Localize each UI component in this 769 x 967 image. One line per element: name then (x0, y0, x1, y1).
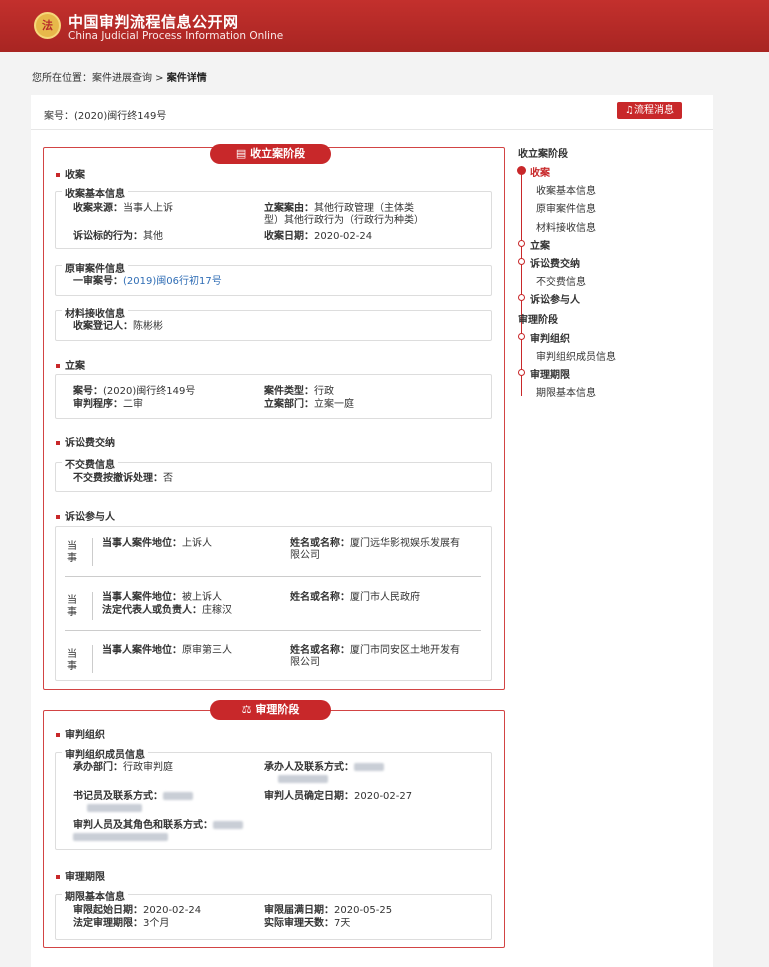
party-tag: 当事 (67, 595, 77, 618)
sidenav-filing[interactable]: 立案 (530, 237, 550, 252)
sidenav-dot (518, 258, 525, 265)
sidenav-period[interactable]: 审理期限 (530, 366, 570, 381)
stage-trial-tab-label: 审理阶段 (255, 703, 300, 716)
section-filing-heading: 立案 (56, 357, 85, 372)
document-icon: ▤ (235, 147, 251, 160)
intake-basic-title: 收案基本信息 (62, 185, 128, 200)
sidenav-dot (518, 369, 525, 376)
section-period-heading: 审理期限 (56, 868, 105, 883)
period-legal: 法定审理期限：3个月 (73, 918, 170, 929)
party-representative: 法定代表人或负责人：庄稼汉 (102, 605, 232, 616)
sidenav-parties[interactable]: 诉讼参与人 (530, 291, 580, 306)
intake-date: 收案日期：2020-02-24 (264, 231, 373, 242)
stage-filing-tab-label: 收立案阶段 (250, 147, 306, 160)
period-title: 期限基本信息 (62, 888, 128, 903)
party-name: 姓名或名称：厦门市同安区土地开发有 限公司 (290, 645, 460, 668)
process-message-label: 流程消息 (633, 105, 674, 116)
sidenav-org-item[interactable]: 审判组织成员信息 (536, 348, 616, 363)
period-end: 审限届满日期：2020-05-25 (264, 905, 393, 916)
period-actual: 实际审理天数：7天 (264, 918, 351, 929)
party-role: 当事人案件地位：被上诉人 (102, 592, 222, 603)
divider (31, 129, 713, 130)
redacted-name (163, 792, 193, 800)
process-message-button[interactable]: ♫流程消息 (617, 102, 682, 119)
party-role: 当事人案件地位：原审第三人 (102, 645, 232, 656)
section-parties-heading: 诉讼参与人 (56, 508, 115, 523)
breadcrumb-current: 案件详情 (166, 73, 207, 84)
redacted-name (354, 763, 384, 771)
sidenav-intake-item[interactable]: 材料接收信息 (536, 219, 596, 234)
intake-source: 收案来源：当事人上诉 (73, 203, 173, 214)
sidenav-stage-trial[interactable]: 审理阶段 (518, 311, 558, 326)
material-title: 材料接收信息 (62, 305, 128, 320)
party-name: 姓名或名称：厦门远华影视娱乐发展有 限公司 (290, 538, 460, 561)
party-separator (65, 576, 481, 577)
org-judge: 承办人及联系方式： (264, 762, 474, 786)
sidenav-intake-item[interactable]: 原审案件信息 (536, 200, 596, 215)
sidenav-dot (518, 294, 525, 301)
redacted-phone (73, 833, 168, 841)
sidenav-active-dot (517, 166, 526, 175)
stage-trial-tab: ⚖ 审理阶段 (210, 700, 331, 720)
intake-cause: 立案案由：其他行政管理（主体类 型）其他行政行为（行政行为种类） (264, 203, 424, 226)
breadcrumb-separator: > (152, 73, 167, 84)
party-tag: 当事 (67, 649, 77, 672)
party-tag: 当事 (67, 541, 77, 564)
site-subtitle: China Judicial Process Information Onlin… (68, 30, 284, 42)
section-intake-heading: 收案 (56, 166, 85, 181)
original-case-title: 原审案件信息 (62, 260, 128, 275)
section-fee-heading: 诉讼费交纳 (56, 434, 115, 449)
party-name: 姓名或名称：厦门市人民政府 (290, 592, 420, 603)
filing-procedure: 审判程序：二审 (73, 399, 143, 410)
sidenav-dot (518, 240, 525, 247)
first-instance-case-link[interactable]: (2019)闽06行初17号 (123, 276, 222, 287)
stage-filing-tab: ▤ 收立案阶段 (210, 144, 331, 164)
site-header: 法 中国审判流程信息公开网 China Judicial Process Inf… (0, 0, 769, 52)
sidenav-org[interactable]: 审判组织 (530, 330, 570, 345)
sidenav-stage-filing[interactable]: 收立案阶段 (518, 145, 568, 160)
original-case-first: 一审案号：(2019)闽06行初17号 (73, 276, 222, 287)
gavel-icon: ⚖ (241, 703, 256, 716)
redacted-phone (278, 775, 328, 783)
org-clerk: 书记员及联系方式： (73, 791, 263, 815)
org-confirm-date: 审判人员确定日期：2020-02-27 (264, 791, 413, 802)
party-divider (92, 645, 93, 673)
party-role: 当事人案件地位：上诉人 (102, 538, 212, 549)
case-number: 案号：(2020)闽行终149号 (44, 111, 167, 122)
fee-withdraw: 不交费按撤诉处理：否 (73, 473, 173, 484)
sidenav-intake[interactable]: 收案 (530, 164, 550, 179)
party-divider (92, 538, 93, 566)
breadcrumb: 您所在位置：案件进展查询 > 案件详情 (32, 69, 207, 84)
party-separator (65, 630, 481, 631)
sidenav-intake-item[interactable]: 收案基本信息 (536, 182, 596, 197)
filing-department: 立案部门：立案一庭 (264, 399, 354, 410)
filing-case-type: 案件类型：行政 (264, 386, 334, 397)
intake-act: 诉讼标的行为：其他 (73, 231, 163, 242)
sidenav-timeline (521, 170, 522, 396)
org-department: 承办部门：行政审判庭 (73, 762, 173, 773)
redacted-name (213, 821, 243, 829)
org-title: 审判组织成员信息 (62, 746, 148, 761)
sidenav-fee-item[interactable]: 不交费信息 (536, 273, 586, 288)
breadcrumb-link-case-query[interactable]: 案件进展查询 (92, 73, 152, 84)
bell-icon: ♫ (625, 105, 634, 116)
sidenav-fee[interactable]: 诉讼费交纳 (530, 255, 580, 270)
breadcrumb-prefix: 您所在位置： (32, 73, 92, 84)
section-org-heading: 审判组织 (56, 726, 105, 741)
fee-title: 不交费信息 (62, 456, 118, 471)
court-emblem-icon: 法 (34, 12, 61, 39)
sidenav-dot (518, 333, 525, 340)
org-members: 审判人员及其角色和联系方式： (73, 820, 293, 844)
period-start: 审限起始日期：2020-02-24 (73, 905, 202, 916)
material-registrar: 收案登记人：陈彬彬 (73, 321, 163, 332)
site-title[interactable]: 中国审判流程信息公开网 (68, 11, 239, 32)
redacted-phone (87, 804, 142, 812)
sidenav-period-item[interactable]: 期限基本信息 (536, 384, 596, 399)
party-divider (92, 592, 93, 620)
filing-case-no: 案号：(2020)闽行终149号 (73, 386, 196, 397)
